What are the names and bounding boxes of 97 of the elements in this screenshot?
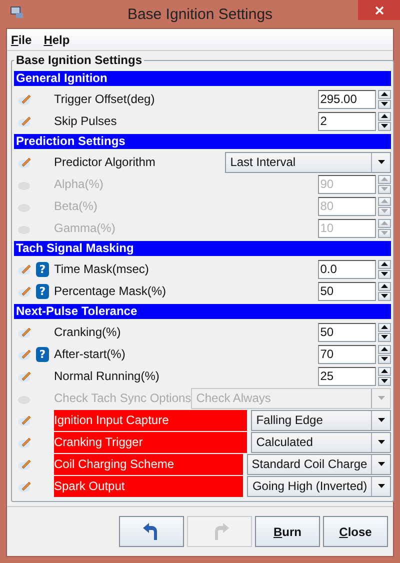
down-arrow-icon <box>381 187 388 191</box>
up-arrow-icon <box>381 199 388 203</box>
decrement-button[interactable] <box>378 122 392 130</box>
app-icon <box>10 5 24 19</box>
down-arrow-icon <box>378 160 385 164</box>
setting-label: Trigger Offset(deg) <box>54 92 156 106</box>
dropdown[interactable]: Going High (Inverted) <box>247 476 392 496</box>
dialog-button[interactable]: Close <box>323 516 388 547</box>
number-field[interactable]: 0.0 <box>318 260 376 278</box>
up-arrow-icon <box>381 114 388 118</box>
decrement-button[interactable] <box>378 100 392 108</box>
down-arrow-icon <box>381 357 388 361</box>
menu-item[interactable]: Help <box>44 32 70 46</box>
pencil-icon <box>18 480 32 492</box>
setting-label: Check Tach Sync Options <box>54 391 192 405</box>
pencil-icon <box>18 370 32 382</box>
dropdown[interactable]: Falling Edge <box>251 410 392 430</box>
pencil-icon <box>18 284 32 298</box>
up-arrow-icon <box>381 347 388 351</box>
increment-button[interactable] <box>378 322 392 332</box>
pencil-icon <box>18 414 32 426</box>
pencil-icon <box>18 458 32 470</box>
up-arrow-icon <box>381 325 388 329</box>
increment-button[interactable] <box>378 366 392 376</box>
setting-label: Cranking(%) <box>54 325 122 339</box>
help-icon[interactable]: ? <box>36 346 49 362</box>
up-arrow-icon <box>381 262 388 266</box>
increment-button[interactable] <box>378 90 392 98</box>
setting-label: Spark Output <box>54 476 244 496</box>
pencil-icon <box>18 436 32 448</box>
setting-label: Alpha(%) <box>54 177 104 191</box>
dropdown[interactable]: Standard Coil Charge <box>246 454 392 474</box>
dropdown[interactable]: Last Interval <box>225 152 392 172</box>
help-icon[interactable]: ? <box>36 262 49 276</box>
section-header: General Ignition <box>14 71 392 86</box>
down-arrow-icon <box>378 484 385 488</box>
setting-label: Predictor Algorithm <box>54 155 156 169</box>
down-arrow-icon <box>381 272 388 276</box>
setting-label: Beta(%) <box>54 199 98 213</box>
setting-label: Skip Pulses <box>54 114 118 128</box>
down-arrow-icon <box>378 462 385 466</box>
section-header: Next-Pulse Tolerance <box>14 304 392 319</box>
up-arrow-icon <box>381 369 388 373</box>
up-arrow-icon <box>381 92 388 96</box>
down-arrow-icon <box>381 124 388 128</box>
number-field[interactable]: 2 <box>318 112 376 130</box>
section-header: Tach Signal Masking <box>14 241 392 256</box>
setting-label: Normal Running(%) <box>54 369 160 383</box>
down-arrow-icon <box>381 209 388 213</box>
setting-label: Coil Charging Scheme <box>54 454 243 474</box>
number-field[interactable]: 50 <box>318 282 376 300</box>
number-field[interactable]: 295.00 <box>318 90 376 108</box>
down-arrow-icon <box>378 418 385 422</box>
undo-button[interactable] <box>119 516 184 547</box>
menu-item[interactable]: File <box>11 32 32 46</box>
down-arrow-icon <box>381 379 388 383</box>
setting-label: Ignition Input Capture <box>54 410 248 430</box>
number-field[interactable]: 25 <box>318 366 376 386</box>
increment-button[interactable] <box>378 112 392 120</box>
number-field[interactable]: 70 <box>318 344 376 364</box>
down-arrow-icon <box>381 102 388 106</box>
help-icon[interactable]: ? <box>36 284 49 298</box>
pencil-icon <box>18 348 32 360</box>
increment-button[interactable] <box>378 344 392 354</box>
group-title: Base Ignition Settings <box>15 53 144 67</box>
window-title: Base Ignition Settings <box>127 6 273 22</box>
decrement-button[interactable] <box>378 332 392 342</box>
down-arrow-icon <box>381 335 388 339</box>
pencil-icon <box>18 326 32 338</box>
section-header: Prediction Settings <box>14 134 392 149</box>
setting-label: Time Mask(msec) <box>54 262 150 276</box>
down-arrow-icon <box>381 294 388 298</box>
decrement-button[interactable] <box>378 270 392 278</box>
up-arrow-icon <box>381 284 388 288</box>
setting-label: Percentage Mask(%) <box>54 284 168 298</box>
down-arrow-icon <box>381 231 388 235</box>
down-arrow-icon <box>378 440 385 444</box>
decrement-button[interactable] <box>378 376 392 386</box>
pencil-icon <box>18 114 32 128</box>
dropdown[interactable]: Calculated <box>251 432 392 452</box>
up-arrow-icon <box>381 177 388 181</box>
setting-label: Gamma(%) <box>54 221 116 235</box>
setting-label: After-start(%) <box>54 347 126 361</box>
decrement-button[interactable] <box>378 354 392 364</box>
close-button[interactable] <box>358 0 400 20</box>
increment-button[interactable] <box>378 282 392 290</box>
decrement-button[interactable] <box>378 292 392 300</box>
pencil-icon <box>18 92 32 106</box>
setting-label: Cranking Trigger <box>54 432 248 452</box>
pencil-icon <box>18 156 32 168</box>
number-field[interactable]: 50 <box>318 322 376 342</box>
increment-button[interactable] <box>378 260 392 268</box>
down-arrow-icon <box>378 396 385 400</box>
up-arrow-icon <box>381 221 388 225</box>
pencil-icon <box>18 262 32 276</box>
dialog-button[interactable]: Burn <box>255 516 320 547</box>
close-icon <box>374 6 384 14</box>
